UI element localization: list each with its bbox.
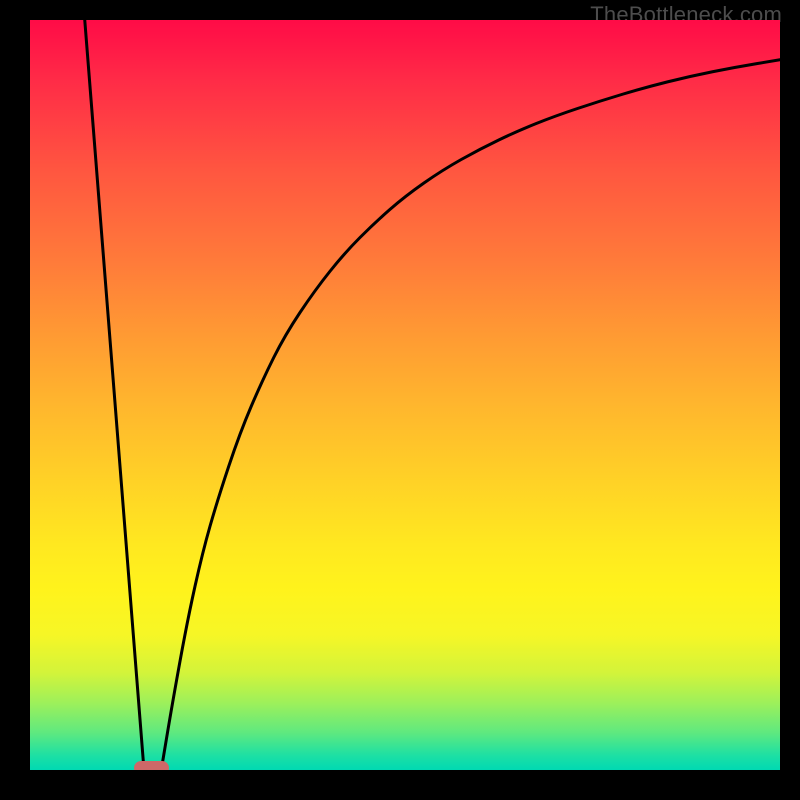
- plot-area: [30, 20, 780, 770]
- target-marker: [134, 761, 169, 770]
- curves-svg: [30, 20, 780, 770]
- left-spike-path: [85, 20, 144, 770]
- right-curve-path: [161, 60, 780, 770]
- chart-frame: TheBottleneck.com: [0, 0, 800, 800]
